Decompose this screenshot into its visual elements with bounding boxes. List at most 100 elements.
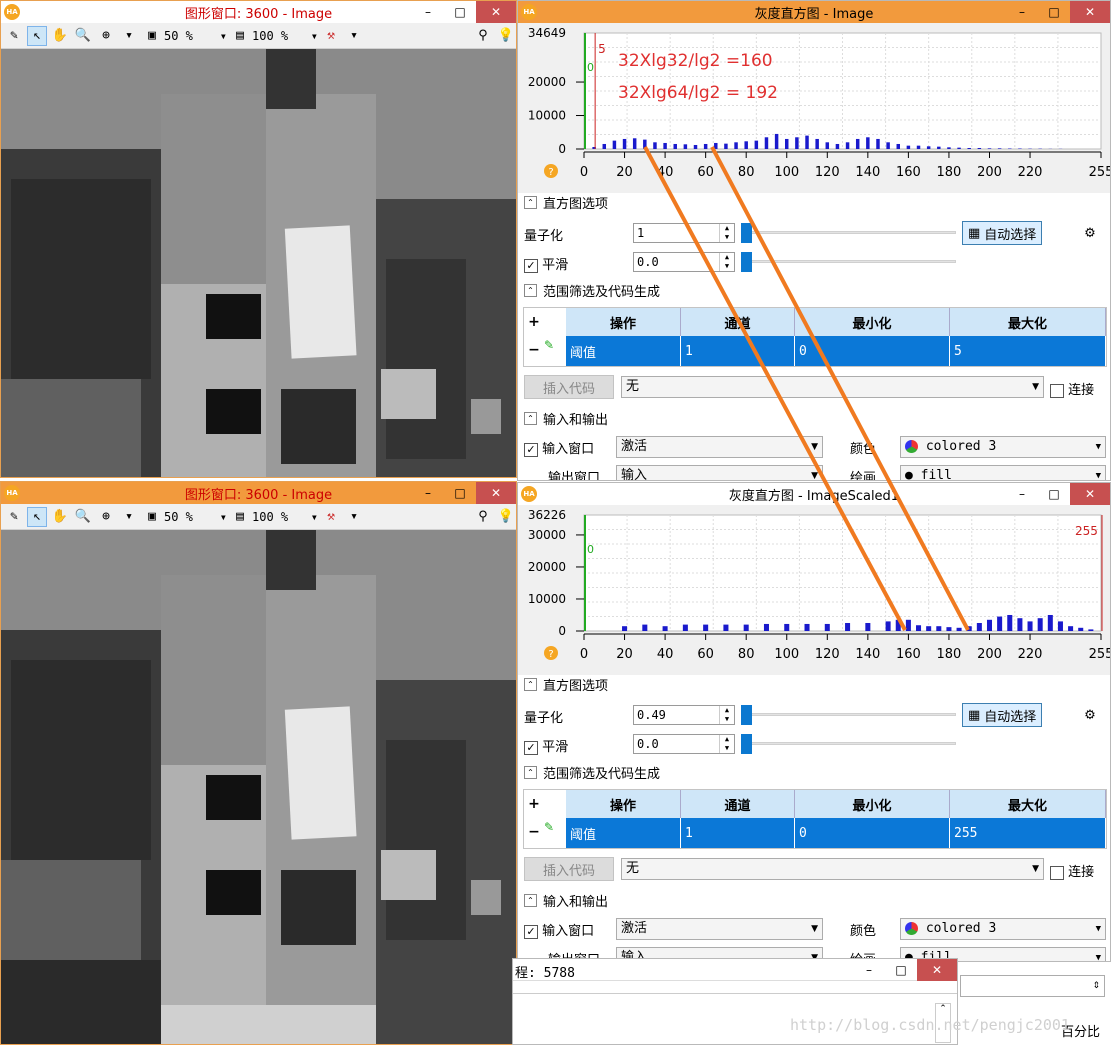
spinner-arrows-icon[interactable]: ▲ ▼ xyxy=(719,224,734,242)
chevron-down-icon[interactable]: ▾ xyxy=(344,507,364,527)
extra-spinner[interactable]: ⇕ xyxy=(960,975,1105,997)
smooth-checkbox[interactable]: ✓ xyxy=(524,740,538,755)
maximize-button[interactable]: □ xyxy=(885,959,917,981)
code-option-select[interactable]: 无 ▼ xyxy=(621,858,1044,880)
section-range[interactable]: ⌃ 范围筛选及代码生成 xyxy=(524,763,660,782)
inspect-icon[interactable]: ⚲ xyxy=(473,507,493,527)
title-bar[interactable]: HA 灰度直方图 - Image – □ ✕ xyxy=(518,1,1110,23)
spinner-arrows-icon[interactable]: ▲ ▼ xyxy=(719,735,734,753)
zoom-dropdown[interactable]: ▣ 50 % ▾ xyxy=(142,507,227,527)
spinner-arrows-icon[interactable]: ▲ ▼ xyxy=(719,253,734,271)
table-row[interactable]: 阈值 1 0 5 xyxy=(566,336,1106,366)
bulb-icon[interactable]: 💡 xyxy=(496,26,516,46)
connect-checkbox[interactable] xyxy=(1050,865,1064,880)
spinner-arrows-icon[interactable]: ▲ ▼ xyxy=(719,706,734,724)
maximize-button[interactable]: □ xyxy=(444,1,476,23)
minimize-button[interactable]: – xyxy=(412,482,444,504)
image-canvas[interactable] xyxy=(1,530,516,1044)
collapse-icon[interactable]: ⌃ xyxy=(524,766,537,779)
close-button[interactable]: ✕ xyxy=(476,1,516,23)
slider-thumb[interactable] xyxy=(741,252,752,272)
add-row-button[interactable]: + xyxy=(524,790,544,818)
quantize-input[interactable]: 1 ▲ ▼ xyxy=(633,223,735,243)
slider-thumb[interactable] xyxy=(741,734,752,754)
hand-pan-icon[interactable]: ✋ xyxy=(50,26,70,46)
chevron-down-icon[interactable]: ▾ xyxy=(344,26,364,46)
color-select[interactable]: colored 3 ▼ xyxy=(900,918,1106,940)
section-io[interactable]: ⌃ 输入和输出 xyxy=(524,409,608,428)
chevron-down-icon[interactable]: ▾ xyxy=(119,26,139,46)
add-row-button[interactable]: + xyxy=(524,308,544,336)
draw-select[interactable]: ● fill ▼ xyxy=(900,465,1106,480)
input-window-checkbox[interactable]: ✓ xyxy=(524,442,538,457)
close-button[interactable]: ✕ xyxy=(476,482,516,504)
histogram-chart[interactable]: 36226 30000 20000 10000 0 0 20 40 60 80 100 120 140 1… xyxy=(518,505,1110,675)
input-window-select[interactable]: 激活 ▼ xyxy=(616,918,823,940)
collapse-icon[interactable]: ⌃ xyxy=(524,196,537,209)
section-histogram-options[interactable]: ⌃ 直方图选项 xyxy=(524,675,608,694)
bulb-icon[interactable]: 💡 xyxy=(496,507,516,527)
insert-code-button[interactable]: 插入代码 xyxy=(524,375,614,399)
smooth-input[interactable]: 0.0 ▲ ▼ xyxy=(633,734,735,754)
chevron-down-icon[interactable]: ▾ xyxy=(119,507,139,527)
maximize-button[interactable]: □ xyxy=(444,482,476,504)
input-window-select[interactable]: 激活 ▼ xyxy=(616,436,823,458)
table-row[interactable]: 阈值 1 0 255 xyxy=(566,818,1106,848)
pointer-icon[interactable]: ↖ xyxy=(27,25,47,46)
inspect-icon[interactable]: ⚲ xyxy=(473,26,493,46)
input-window-checkbox[interactable]: ✓ xyxy=(524,924,538,939)
code-option-select[interactable]: 无 ▼ xyxy=(621,376,1044,398)
quantize-input[interactable]: 0.49 ▲ ▼ xyxy=(633,705,735,725)
title-bar[interactable]: HA 图形窗口: 3600 - Image – □ ✕ xyxy=(1,482,516,504)
maximize-button[interactable]: □ xyxy=(1038,483,1070,505)
settings-icon[interactable]: ⚙ xyxy=(1080,705,1100,725)
maximize-button[interactable]: □ xyxy=(1038,1,1070,23)
hand-pan-icon[interactable]: ✋ xyxy=(50,507,70,527)
minimize-button[interactable]: – xyxy=(1006,1,1038,23)
minimize-button[interactable]: – xyxy=(853,959,885,981)
remove-row-button[interactable]: − xyxy=(524,336,544,364)
collapse-icon[interactable]: ⌃ xyxy=(524,678,537,691)
edit-row-icon[interactable]: ✎ xyxy=(544,820,564,846)
quantize-slider[interactable] xyxy=(741,705,956,725)
zoom-in-icon[interactable]: ⊕ xyxy=(96,26,116,46)
smooth-slider[interactable] xyxy=(741,252,956,272)
auto-select-button[interactable]: ▦ 自动选择 xyxy=(962,703,1043,727)
section-io[interactable]: ⌃ 输入和输出 xyxy=(524,891,608,910)
title-bar[interactable]: 程: 5788 – □ ✕ xyxy=(513,959,957,981)
zoom-dropdown[interactable]: ▣ 50 % ▾ xyxy=(142,26,227,46)
minimize-button[interactable]: – xyxy=(412,1,444,23)
quantize-slider[interactable] xyxy=(741,223,956,243)
zoom-icon[interactable]: 🔍 xyxy=(73,507,93,527)
zoom-in-icon[interactable]: ⊕ xyxy=(96,507,116,527)
histogram-chart[interactable]: 34649 20000 10000 0 0 20 40 60 80 100 120 140 160 180… xyxy=(518,23,1110,193)
image-canvas[interactable] xyxy=(1,49,516,477)
smooth-slider[interactable] xyxy=(741,734,956,754)
color-select[interactable]: colored 3 ▼ xyxy=(900,436,1106,458)
section-histogram-options[interactable]: ⌃ 直方图选项 xyxy=(524,193,608,212)
edit-icon[interactable]: ✎ xyxy=(4,26,24,46)
collapse-icon[interactable]: ⌃ xyxy=(524,412,537,425)
edit-icon[interactable]: ✎ xyxy=(4,507,24,527)
scale-dropdown[interactable]: ▤ 100 % ▾ xyxy=(230,26,318,46)
edit-row-icon[interactable]: ✎ xyxy=(544,338,564,364)
minimize-button[interactable]: – xyxy=(1006,483,1038,505)
remove-row-button[interactable]: − xyxy=(524,818,544,846)
title-bar[interactable]: HA 图形窗口: 3600 - Image – □ ✕ xyxy=(1,1,516,23)
collapse-icon[interactable]: ⌃ xyxy=(524,284,537,297)
title-bar[interactable]: HA 灰度直方图 - ImageScaled1 – □ ✕ xyxy=(518,483,1110,505)
close-button[interactable]: ✕ xyxy=(1070,483,1110,505)
color-tools-icon[interactable]: ⚒ xyxy=(321,26,341,46)
pointer-icon[interactable]: ↖ xyxy=(27,506,47,527)
output-window-select[interactable]: 输入▼ xyxy=(616,465,823,480)
close-button[interactable]: ✕ xyxy=(917,959,957,981)
close-button[interactable]: ✕ xyxy=(1070,1,1110,23)
smooth-checkbox[interactable]: ✓ xyxy=(524,258,538,273)
settings-icon[interactable]: ⚙ xyxy=(1080,223,1100,243)
smooth-input[interactable]: 0.0 ▲ ▼ xyxy=(633,252,735,272)
auto-select-button[interactable]: ▦ 自动选择 xyxy=(962,221,1043,245)
zoom-icon[interactable]: 🔍 xyxy=(73,26,93,46)
insert-code-button[interactable]: 插入代码 xyxy=(524,857,614,881)
connect-checkbox[interactable] xyxy=(1050,383,1064,398)
section-range[interactable]: ⌃ 范围筛选及代码生成 xyxy=(524,281,660,300)
